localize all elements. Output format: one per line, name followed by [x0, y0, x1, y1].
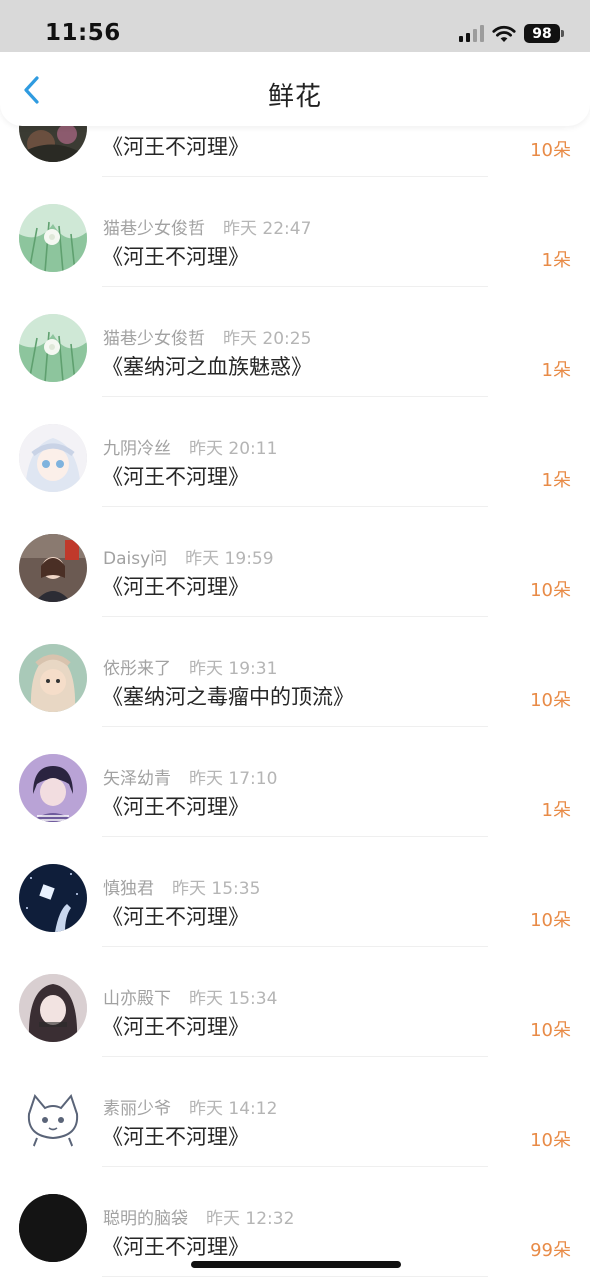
status-time: 11:56	[45, 20, 121, 46]
flower-count: 10朵	[530, 1020, 571, 1041]
user-name: 猫巷少女俊哲	[103, 219, 205, 239]
user-name: 素丽少爷	[103, 1099, 171, 1119]
row-meta: 九阴冷丝 昨天 20:11	[103, 434, 277, 459]
home-indicator[interactable]	[191, 1261, 401, 1268]
user-name: 山亦殿下	[103, 989, 171, 1009]
book-title: 《河王不河理》	[102, 795, 249, 819]
flower-count: 99朵	[530, 1240, 571, 1261]
row-meta: 山亦殿下 昨天 15:34	[103, 984, 277, 1009]
book-title: 《河王不河理》	[102, 1125, 249, 1149]
flower-count: 10朵	[530, 910, 571, 931]
flower-count: 1朵	[541, 250, 571, 271]
user-name: 聪明的脑袋	[103, 1209, 188, 1229]
avatar	[19, 754, 87, 822]
list-item[interactable]: 猫巷少女俊哲 昨天 20:25 《塞纳河之血族魅惑》 1朵	[0, 287, 590, 397]
flower-record-list: 《河王不河理》 10朵 猫巷少女俊哲 昨天 22:47 《河王不河理》 1朵 猫…	[0, 67, 590, 1277]
book-title: 《河王不河理》	[102, 1015, 249, 1039]
user-name: 慎独君	[103, 879, 154, 899]
avatar	[19, 314, 87, 382]
list-item[interactable]: 矢泽幼青 昨天 17:10 《河王不河理》 1朵	[0, 727, 590, 837]
status-icons: 98	[459, 24, 564, 43]
row-meta: 聪明的脑袋 昨天 12:32	[103, 1204, 294, 1229]
book-title: 《河王不河理》	[102, 575, 249, 599]
time-label: 昨天 19:31	[189, 659, 278, 679]
flower-count: 10朵	[530, 690, 571, 711]
user-name: 矢泽幼青	[103, 769, 171, 789]
book-title: 《河王不河理》	[102, 905, 249, 929]
user-name: Daisy问	[103, 549, 168, 569]
time-label: 昨天 15:35	[172, 879, 261, 899]
avatar	[19, 1194, 87, 1262]
flower-count: 10朵	[530, 1130, 571, 1151]
nav-header: 鲜花	[0, 52, 590, 126]
signal-icon	[459, 25, 484, 42]
book-title: 《河王不河理》	[102, 465, 249, 489]
row-meta: 猫巷少女俊哲 昨天 20:25	[103, 324, 311, 349]
time-label: 昨天 19:59	[185, 549, 274, 569]
avatar	[19, 534, 87, 602]
row-meta: 素丽少爷 昨天 14:12	[103, 1094, 277, 1119]
row-meta: 猫巷少女俊哲 昨天 22:47	[103, 214, 311, 239]
time-label: 昨天 17:10	[189, 769, 278, 789]
time-label: 昨天 15:34	[189, 989, 278, 1009]
flower-count: 1朵	[541, 470, 571, 491]
row-meta: Daisy问 昨天 19:59	[103, 544, 274, 569]
time-label: 昨天 20:25	[223, 329, 312, 349]
page-title: 鲜花	[267, 82, 322, 112]
list-item[interactable]: 九阴冷丝 昨天 20:11 《河王不河理》 1朵	[0, 397, 590, 507]
battery-level: 98	[524, 24, 560, 43]
flower-count: 1朵	[541, 800, 571, 821]
row-meta: 依彤来了 昨天 19:31	[103, 654, 277, 679]
list-item[interactable]: 山亦殿下 昨天 15:34 《河王不河理》 10朵	[0, 947, 590, 1057]
book-title: 《塞纳河之毒瘤中的顶流》	[102, 685, 354, 709]
list-item[interactable]: 依彤来了 昨天 19:31 《塞纳河之毒瘤中的顶流》 10朵	[0, 617, 590, 727]
list-item[interactable]: 猫巷少女俊哲 昨天 22:47 《河王不河理》 1朵	[0, 177, 590, 287]
avatar	[19, 424, 87, 492]
row-meta: 慎独君 昨天 15:35	[103, 874, 260, 899]
flowers-screen: 11:56 98 鲜花 《河王不河理》 10朵 猫巷少女俊哲 昨天 22:47 …	[0, 0, 590, 1280]
user-name: 依彤来了	[103, 659, 171, 679]
wifi-icon	[492, 25, 516, 42]
avatar	[19, 644, 87, 712]
row-meta: 矢泽幼青 昨天 17:10	[103, 764, 277, 789]
avatar	[19, 974, 87, 1042]
book-title: 《河王不河理》	[102, 245, 249, 269]
list-item[interactable]: 素丽少爷 昨天 14:12 《河王不河理》 10朵	[0, 1057, 590, 1167]
book-title: 《塞纳河之血族魅惑》	[102, 355, 312, 379]
avatar	[19, 1084, 87, 1152]
battery-icon: 98	[524, 24, 564, 43]
flower-count: 10朵	[530, 580, 571, 601]
avatar	[19, 204, 87, 272]
avatar	[19, 864, 87, 932]
book-title: 《河王不河理》	[102, 1235, 249, 1259]
flower-count: 1朵	[541, 360, 571, 381]
time-label: 昨天 12:32	[206, 1209, 295, 1229]
user-name: 猫巷少女俊哲	[103, 329, 205, 349]
status-bar: 11:56 98	[0, 0, 590, 52]
time-label: 昨天 22:47	[223, 219, 312, 239]
time-label: 昨天 14:12	[189, 1099, 278, 1119]
flower-count: 10朵	[530, 140, 571, 161]
list-item[interactable]: Daisy问 昨天 19:59 《河王不河理》 10朵	[0, 507, 590, 617]
time-label: 昨天 20:11	[189, 439, 278, 459]
book-title: 《河王不河理》	[102, 135, 249, 159]
list-item[interactable]: 慎独君 昨天 15:35 《河王不河理》 10朵	[0, 837, 590, 947]
user-name: 九阴冷丝	[103, 439, 171, 459]
